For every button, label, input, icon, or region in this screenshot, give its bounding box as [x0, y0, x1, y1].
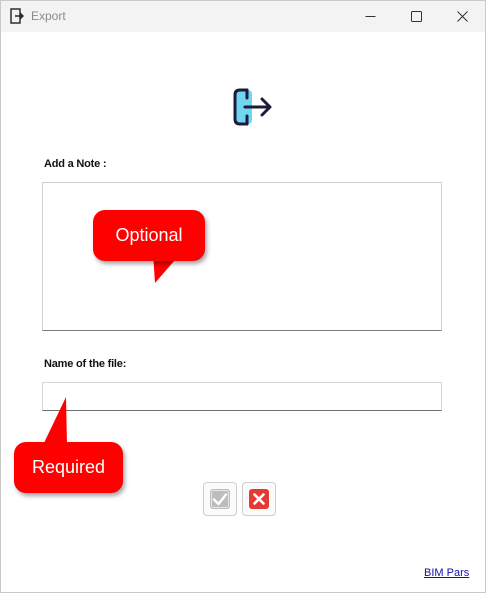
required-callout-tail	[43, 397, 67, 445]
file-name-label: Name of the file:	[44, 358, 127, 370]
export-window: Export Add a Note : Name of the file: Op…	[0, 0, 486, 593]
note-label: Add a Note :	[44, 158, 107, 170]
window-title: Export	[31, 9, 66, 23]
optional-callout-text: Optional	[115, 225, 183, 245]
ok-button[interactable]	[203, 482, 237, 516]
maximize-button[interactable]	[393, 1, 439, 32]
close-icon	[456, 11, 468, 22]
close-button[interactable]	[439, 1, 485, 32]
bim-pars-link[interactable]: BIM Pars	[424, 567, 469, 579]
minimize-icon	[365, 16, 375, 17]
maximize-icon	[410, 11, 422, 22]
checkmark-icon	[210, 489, 230, 509]
required-callout-text: Required	[31, 457, 106, 477]
file-name-input[interactable]	[42, 382, 442, 411]
optional-callout: Optional	[93, 210, 205, 261]
title-bar[interactable]: Export	[1, 1, 485, 32]
minimize-button[interactable]	[347, 1, 393, 32]
x-icon	[249, 489, 269, 509]
required-callout: Required	[14, 442, 123, 493]
export-arrow-icon	[233, 88, 272, 126]
cancel-button[interactable]	[242, 482, 276, 516]
export-door-icon	[10, 8, 24, 24]
